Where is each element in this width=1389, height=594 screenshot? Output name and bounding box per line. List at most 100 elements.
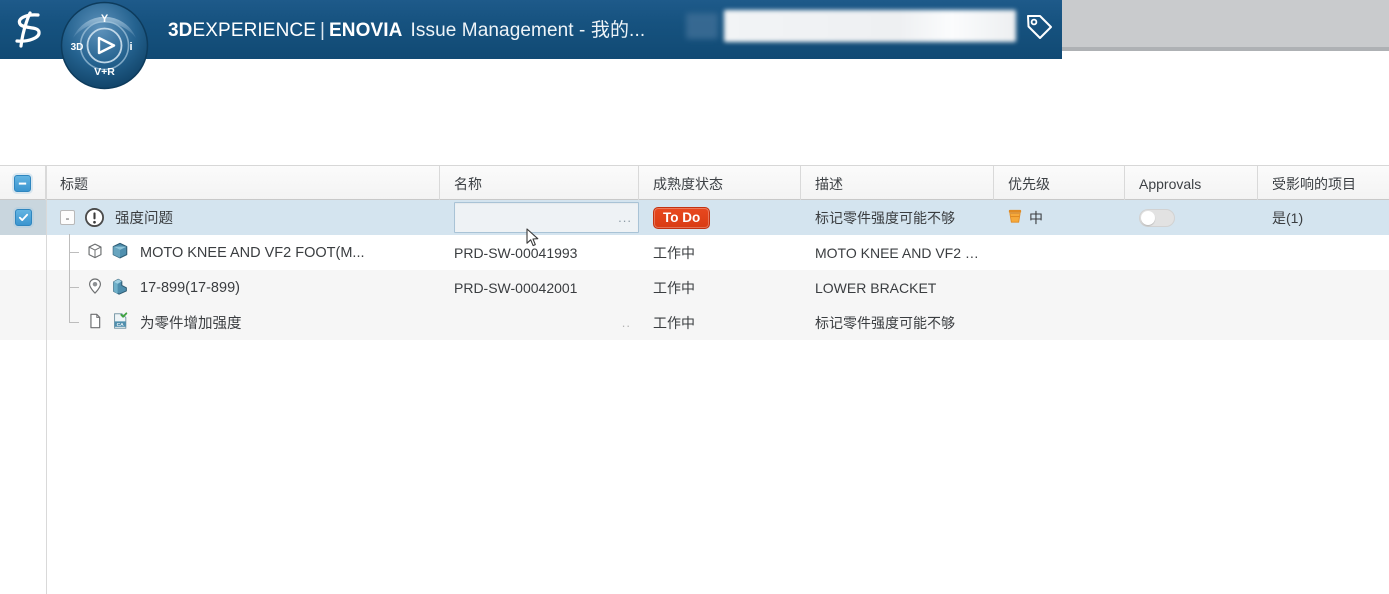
header-bar-right-fill xyxy=(1062,0,1389,47)
name-input-ellipsis: ... xyxy=(618,210,632,225)
row-name-text: PRD-SW-00041993 xyxy=(454,245,577,261)
table-header-row: 标题 名称 成熟度状态 描述 优先级 Approvals 受影响的项目 xyxy=(0,165,1389,200)
cell-title[interactable]: MOTO KNEE AND VF2 FOOT(M... xyxy=(46,235,440,270)
priority-label: 中 xyxy=(1029,208,1043,228)
affected-items-text: 是(1) xyxy=(1272,208,1303,228)
cell-description: 标记零件强度可能不够 xyxy=(801,200,994,235)
3dexperience-compass-icon[interactable]: Y 3D i V+R xyxy=(57,0,152,93)
row-description-text: LOWER BRACKET xyxy=(815,280,936,296)
cell-priority xyxy=(994,270,1125,305)
cell-title[interactable]: - 强度问题 xyxy=(46,200,440,235)
tree-connector xyxy=(60,235,86,270)
header-bottom-edge xyxy=(1062,47,1389,51)
svg-text:V+R: V+R xyxy=(94,66,115,78)
tag-icon[interactable] xyxy=(1022,11,1056,45)
change-action-document-icon: CA xyxy=(110,311,130,334)
row-description-text: MOTO KNEE AND VF2 … xyxy=(815,245,979,261)
row-select-cell[interactable] xyxy=(0,305,46,340)
issue-exclamation-icon xyxy=(84,207,105,228)
cell-title[interactable]: CA 为零件增加强度 xyxy=(46,305,440,340)
row-icons xyxy=(86,276,130,299)
cell-status: 工作中 xyxy=(639,305,801,340)
row-select-cell[interactable] xyxy=(0,270,46,305)
gutter-divider xyxy=(46,165,47,594)
cell-approvals[interactable] xyxy=(1125,200,1258,235)
approval-toggle[interactable] xyxy=(1139,209,1175,227)
cell-status: 工作中 xyxy=(639,235,801,270)
table-row[interactable]: 17-899(17-899) PRD-SW-00042001 工作中 LOWER… xyxy=(0,270,1389,305)
search-input[interactable] xyxy=(724,10,1016,42)
cell-name[interactable]: .. xyxy=(440,305,639,340)
tree-connector xyxy=(60,305,86,340)
cell-status: 工作中 xyxy=(639,270,801,305)
column-header-name[interactable]: 名称 xyxy=(440,166,639,201)
column-header-affected-items[interactable]: 受影响的项目 xyxy=(1258,166,1389,201)
column-header-title[interactable]: 标题 xyxy=(46,166,440,201)
column-header-description[interactable]: 描述 xyxy=(801,166,994,201)
application-header: Y 3D i V+R 3DEXPERIENCE|ENOVIAIssue Mana… xyxy=(0,0,1389,62)
table-row[interactable]: MOTO KNEE AND VF2 FOOT(M... PRD-SW-00041… xyxy=(0,235,1389,270)
row-icons: CA xyxy=(86,311,130,334)
cell-priority xyxy=(994,235,1125,270)
priority-medium-bucket-icon xyxy=(1008,208,1022,227)
cell-description: MOTO KNEE AND VF2 … xyxy=(801,235,994,270)
column-header-priority[interactable]: 优先级 xyxy=(994,166,1125,201)
cube-outline-icon xyxy=(86,242,104,263)
table-row[interactable]: - 强度问题 ... To Do 标记零件强度可能不够 xyxy=(0,200,1389,235)
svg-text:Y: Y xyxy=(101,13,109,25)
brand-separator: | xyxy=(320,20,325,41)
cell-approvals xyxy=(1125,270,1258,305)
cell-name[interactable]: ... xyxy=(440,200,639,235)
brand-enovia: ENOVIA xyxy=(329,20,402,41)
cell-approvals xyxy=(1125,235,1258,270)
row-select-cell[interactable] xyxy=(0,235,46,270)
status-badge: To Do xyxy=(653,207,710,229)
select-all-cell[interactable] xyxy=(0,166,46,201)
header-search-area[interactable] xyxy=(686,8,1016,44)
row-select-cell[interactable] xyxy=(0,200,46,235)
cell-priority xyxy=(994,305,1125,340)
app-title: Issue Management - 我的... xyxy=(410,20,645,41)
name-input[interactable]: ... xyxy=(454,202,639,233)
cell-description: 标记零件强度可能不够 xyxy=(801,305,994,340)
issue-table: 标题 名称 成熟度状态 描述 优先级 Approvals 受影响的项目 - xyxy=(0,165,1389,594)
row-expander-collapse[interactable]: - xyxy=(60,210,75,225)
cell-description: LOWER BRACKET xyxy=(801,270,994,305)
row-title-text: 强度问题 xyxy=(115,207,173,228)
row-title-text: MOTO KNEE AND VF2 FOOT(M... xyxy=(140,245,365,261)
table-row[interactable]: CA 为零件增加强度 .. 工作中 标记零件强度可能不够 xyxy=(0,305,1389,340)
approval-toggle-knob xyxy=(1141,211,1155,225)
header-title: 3DEXPERIENCE|ENOVIAIssue Management - 我的… xyxy=(168,15,645,42)
row-status-text: 工作中 xyxy=(653,278,695,298)
row-name-text: PRD-SW-00042001 xyxy=(454,280,577,296)
location-pin-outline-icon xyxy=(86,277,104,298)
row-checkbox[interactable] xyxy=(15,209,32,226)
search-scope-chip[interactable] xyxy=(686,13,718,39)
row-title-text: 为零件增加强度 xyxy=(140,312,242,333)
cell-affected-items xyxy=(1258,235,1389,270)
svg-text:i: i xyxy=(129,41,132,53)
select-all-checkbox[interactable] xyxy=(14,175,31,192)
row-description-text: 标记零件强度可能不够 xyxy=(815,208,955,228)
cell-name[interactable]: PRD-SW-00042001 xyxy=(440,270,639,305)
row-icons xyxy=(86,241,130,264)
3ds-logo-icon[interactable] xyxy=(8,8,52,52)
column-header-approvals[interactable]: Approvals xyxy=(1125,166,1258,201)
cell-approvals xyxy=(1125,305,1258,340)
cell-name[interactable]: PRD-SW-00041993 xyxy=(440,235,639,270)
svg-text:CA: CA xyxy=(117,322,125,328)
document-outline-icon xyxy=(86,312,104,333)
brand-3d: 3D xyxy=(168,20,193,41)
cell-priority: 中 xyxy=(994,200,1125,235)
3d-bracket-part-icon xyxy=(110,276,130,299)
cell-status: To Do xyxy=(639,200,801,235)
name-cell-ellipsis: .. xyxy=(622,315,631,330)
column-header-status[interactable]: 成熟度状态 xyxy=(639,166,801,201)
cell-affected-items[interactable]: 是(1) xyxy=(1258,200,1389,235)
cell-affected-items xyxy=(1258,270,1389,305)
svg-text:3D: 3D xyxy=(71,42,84,53)
cell-title[interactable]: 17-899(17-899) xyxy=(46,270,440,305)
row-description-text: 标记零件强度可能不够 xyxy=(815,313,955,333)
row-status-text: 工作中 xyxy=(653,243,695,263)
tree-connector xyxy=(60,270,86,305)
